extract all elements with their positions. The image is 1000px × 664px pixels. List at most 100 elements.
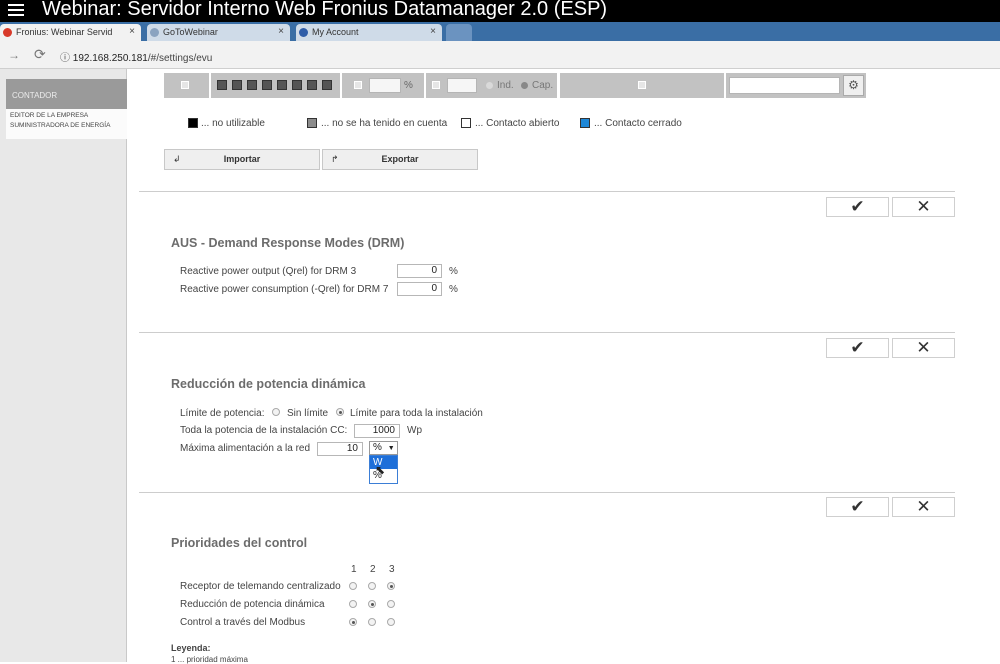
unit-select[interactable]: % ▼ (369, 441, 398, 455)
power-checkbox[interactable] (354, 81, 362, 89)
import-button[interactable]: ↲ Importar (164, 149, 320, 170)
sidebar-item-contador[interactable]: CONTADOR (6, 79, 127, 109)
priority-row-label: Control a través del Modbus (180, 617, 306, 628)
drm3-input[interactable]: 0 (397, 264, 442, 278)
drm-section-title: AUS - Demand Response Modes (DRM) (171, 236, 405, 250)
no-limit-label: Sin límite (287, 408, 329, 419)
total-power-input[interactable]: 1000 (354, 424, 400, 438)
extra-checkbox[interactable] (638, 81, 646, 89)
browser-tab-strip: Fronius: Webinar Servid × GoToWebinar × … (0, 22, 1000, 41)
whole-installation-label: Límite para toda la instalación (350, 408, 483, 419)
cancel-button[interactable]: ✕ (892, 497, 955, 517)
max-feed-in-label: Máxima alimentación a la red (180, 443, 311, 454)
drm3-unit: % (449, 266, 458, 277)
priority-column-header: 3 (389, 564, 395, 575)
io-pattern-cell (211, 73, 340, 98)
extra-cell (560, 73, 724, 98)
export-button[interactable]: ↱ Exportar (322, 149, 478, 170)
confirm-button[interactable]: ✔ (826, 338, 889, 358)
priority-row-label: Reducción de potencia dinámica (180, 599, 325, 610)
enable-checkbox[interactable] (181, 81, 189, 89)
power-factor-checkbox[interactable] (432, 81, 440, 89)
fronius-favicon-icon (3, 28, 12, 37)
io-pin-box[interactable] (247, 80, 257, 90)
sidebar-item-energy-company-editor[interactable]: EDITOR DE LA EMPRESA SUMINISTRADORA DE E… (6, 109, 127, 139)
tab-gotowebinar[interactable]: GoToWebinar × (147, 24, 290, 41)
menu-icon[interactable] (8, 4, 24, 18)
ind-label: Ind. (497, 80, 514, 91)
legend-contact-closed: ... Contacto cerrado (594, 118, 682, 129)
export-icon: ↱ (331, 154, 339, 164)
cancel-button[interactable]: ✕ (892, 197, 955, 217)
sidebar-item-label: SUMINISTRADORA DE ENERGÍA (10, 122, 111, 129)
tab-my-account[interactable]: My Account × (296, 24, 442, 41)
legend-contact-open: ... Contacto abierto (475, 118, 560, 129)
url-path: /#/settings/evu (147, 53, 213, 64)
sidebar: CONTADOR EDITOR DE LA EMPRESA SUMINISTRA… (0, 69, 127, 662)
priority-radio[interactable] (387, 618, 395, 626)
power-factor-input[interactable] (447, 78, 477, 93)
forward-icon[interactable]: → (8, 48, 20, 62)
close-icon[interactable]: × (430, 26, 436, 37)
close-icon[interactable]: × (278, 26, 284, 37)
video-title-bar: Webinar: Servidor Interno Web Fronius Da… (0, 0, 1000, 22)
power-percent-input[interactable] (369, 78, 401, 93)
import-icon: ↲ (173, 154, 181, 164)
priority-row-label: Receptor de telemando centralizado (180, 581, 341, 592)
reload-icon[interactable]: ⟳ (34, 46, 46, 63)
cancel-button[interactable]: ✕ (892, 338, 955, 358)
priority-radio[interactable] (387, 582, 395, 590)
drm7-unit: % (449, 284, 458, 295)
priorities-section-title: Prioridades del control (171, 536, 308, 550)
cap-radio[interactable] (521, 82, 528, 89)
drm7-label: Reactive power consumption (-Qrel) for D… (180, 284, 389, 295)
io-pin-box[interactable] (322, 80, 332, 90)
settings-gear-icon[interactable]: ⚙ (843, 75, 864, 96)
io-pin-box[interactable] (232, 80, 242, 90)
whole-installation-radio[interactable] (336, 408, 344, 416)
info-icon: ⓘ (60, 53, 70, 64)
confirm-button[interactable]: ✔ (826, 497, 889, 517)
power-limit-label: Límite de potencia: (180, 408, 265, 419)
percent-unit: % (404, 80, 413, 91)
new-tab-button[interactable] (446, 24, 472, 41)
total-power-unit: Wp (407, 425, 422, 436)
priority-radio[interactable] (387, 600, 395, 608)
mouse-cursor-icon: ⬉ (375, 463, 386, 477)
io-pin-box[interactable] (262, 80, 272, 90)
legend-not-usable: ... no utilizable (201, 118, 265, 129)
priority-radio[interactable] (368, 618, 376, 626)
priority-radio[interactable] (368, 600, 376, 608)
no-limit-radio[interactable] (272, 408, 280, 416)
legend-swatch-contact-open (461, 118, 471, 128)
legend-swatch-not-usable (188, 118, 198, 128)
gotowebinar-favicon-icon (150, 28, 159, 37)
close-icon[interactable]: × (129, 26, 135, 37)
legend-swatch-contact-closed (580, 118, 590, 128)
total-power-label: Toda la potencia de la instalación CC: (180, 425, 348, 436)
priority-radio[interactable] (349, 582, 357, 590)
io-pin-box[interactable] (307, 80, 317, 90)
drm7-input[interactable]: 0 (397, 282, 442, 296)
ind-radio[interactable] (486, 82, 493, 89)
drm3-label: Reactive power output (Qrel) for DRM 3 (180, 266, 357, 277)
tab-label: Fronius: Webinar Servid (16, 27, 113, 37)
tab-fronius[interactable]: Fronius: Webinar Servid × (0, 24, 141, 41)
address-bar: → ⟳ ⓘ 192.168.250.181/#/settings/evu (0, 41, 1000, 69)
io-pin-box[interactable] (292, 80, 302, 90)
legend-swatch-not-considered (307, 118, 317, 128)
priority-radio[interactable] (368, 582, 376, 590)
priority-radio[interactable] (349, 600, 357, 608)
power-factor-cell: Ind. Cap. (426, 73, 557, 98)
io-pin-box[interactable] (277, 80, 287, 90)
priority-radio[interactable] (349, 618, 357, 626)
name-input[interactable] (729, 77, 840, 94)
cap-label: Cap. (532, 80, 554, 91)
max-feed-in-input[interactable]: 10 (317, 442, 363, 456)
confirm-button[interactable]: ✔ (826, 197, 889, 217)
url-field[interactable]: ⓘ 192.168.250.181/#/settings/evu (56, 47, 996, 64)
priority-column-header: 1 (351, 564, 357, 575)
priority-column-header: 2 (370, 564, 376, 575)
section-divider (139, 332, 955, 333)
io-pin-box[interactable] (217, 80, 227, 90)
